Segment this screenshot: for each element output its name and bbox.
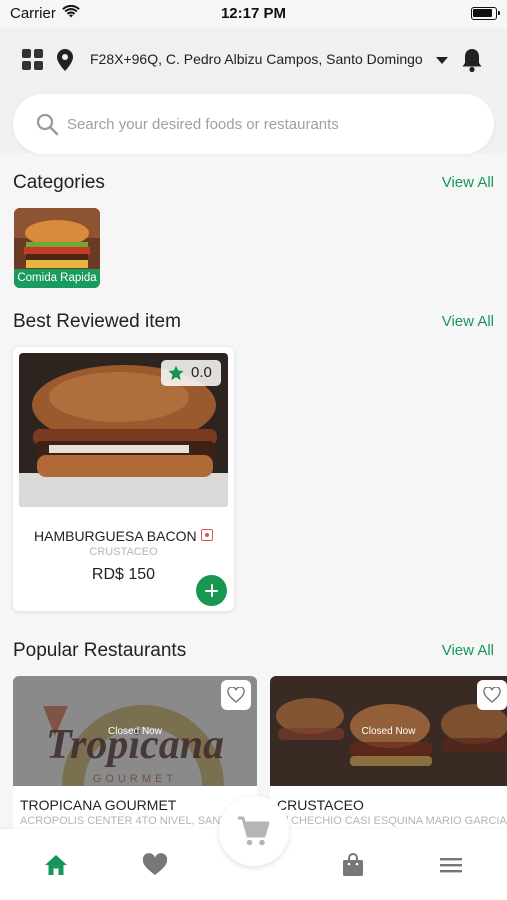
heart-outline-icon xyxy=(483,687,501,703)
search-input[interactable] xyxy=(67,108,467,140)
cart-icon xyxy=(238,816,270,846)
category-label: Comida Rapida xyxy=(14,269,100,288)
battery-icon xyxy=(471,7,500,20)
svg-text:GOURMET: GOURMET xyxy=(93,773,177,785)
category-card[interactable]: Comida Rapida xyxy=(14,208,100,288)
categories-view-all-link[interactable]: View All xyxy=(442,174,494,191)
restaurant-card[interactable]: Closed Now CRUSTACEO C/ CHECHIO CASI ESQ… xyxy=(270,676,507,831)
top-bar: F28X+96Q, C. Pedro Albizu Campos, Santo … xyxy=(0,28,507,154)
closed-status: Closed Now xyxy=(108,726,162,737)
shopping-bag-icon[interactable] xyxy=(339,851,367,879)
home-icon[interactable] xyxy=(42,851,70,879)
grid-menu-icon[interactable] xyxy=(22,49,44,71)
restaurant-name: TROPICANA GOURMET xyxy=(20,797,177,813)
chevron-down-icon[interactable] xyxy=(436,57,448,64)
rating-badge: 0.0 xyxy=(161,360,221,386)
restaurant-address: C/ CHECHIO CASI ESQUINA MARIO GARCIA xyxy=(277,815,507,827)
non-veg-icon xyxy=(201,529,213,541)
heart-outline-icon xyxy=(227,687,245,703)
status-bar: Carrier 12:17 PM xyxy=(0,0,507,28)
search-bar[interactable] xyxy=(13,94,494,154)
closed-status: Closed Now xyxy=(361,726,416,737)
search-icon xyxy=(36,113,59,136)
cart-button[interactable] xyxy=(219,796,289,866)
categories-title: Categories xyxy=(13,172,105,193)
restaurant-logo-sub: GOURMET xyxy=(93,773,177,785)
popular-restaurants-view-all-link[interactable]: View All xyxy=(442,642,494,659)
star-icon xyxy=(168,365,184,380)
food-item-restaurant: CRUSTACEO xyxy=(89,546,158,558)
rating-value: 0.0 xyxy=(191,364,212,381)
add-to-cart-button[interactable] xyxy=(196,575,227,606)
best-reviewed-title: Best Reviewed item xyxy=(13,311,181,332)
restaurant-name: CRUSTACEO xyxy=(277,797,364,813)
menu-icon[interactable] xyxy=(437,851,465,879)
address-selector[interactable]: F28X+96Q, C. Pedro Albizu Campos, Santo … xyxy=(90,51,426,67)
favorite-button[interactable] xyxy=(477,680,507,710)
location-pin-icon xyxy=(57,49,73,71)
popular-restaurants-title: Popular Restaurants xyxy=(13,640,187,661)
best-reviewed-view-all-link[interactable]: View All xyxy=(442,313,494,330)
restaurant-card[interactable]: Tropicana GOURMET Closed Now TROPICANA G… xyxy=(13,676,257,831)
bell-icon[interactable] xyxy=(460,47,484,73)
restaurant-address: ACROPOLIS CENTER 4TO NIVEL, SANTO DOMING… xyxy=(20,815,252,827)
status-time: 12:17 PM xyxy=(220,5,287,22)
favorite-button[interactable] xyxy=(221,680,251,710)
heart-icon[interactable] xyxy=(141,851,169,879)
